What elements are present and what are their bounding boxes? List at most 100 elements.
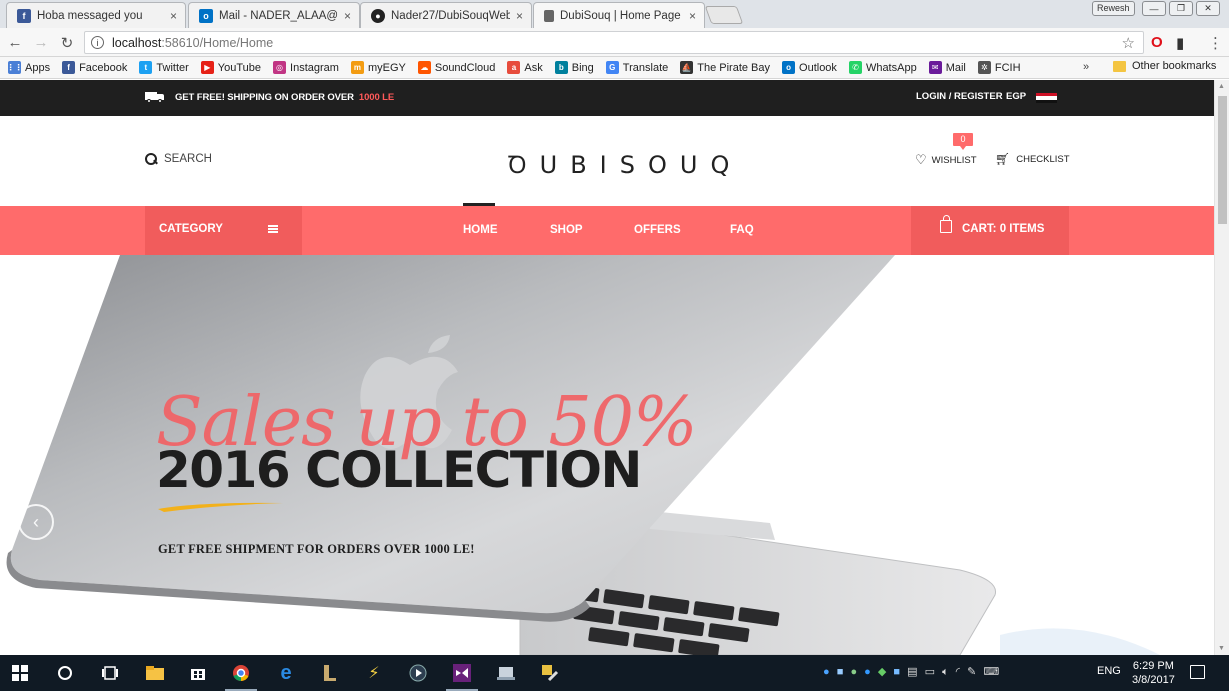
media-player-icon[interactable] — [408, 663, 428, 683]
wishlist-count-badge: 0 — [953, 133, 973, 150]
cortana-icon[interactable] — [55, 663, 75, 683]
tray-icons[interactable]: ● ■ ● ● ◆ ■ ▤ ▭ 🔈︎ ◜ ✎ ⌨ — [823, 665, 999, 679]
new-tab-button[interactable] — [704, 6, 744, 24]
bookmark-star-icon[interactable]: ☆ — [1122, 34, 1135, 52]
chrome-icon[interactable] — [225, 663, 257, 691]
bookmark-the-pirate-bay[interactable]: ⛵ The Pirate Bay — [680, 61, 770, 74]
bookmark-twitter[interactable]: t Twitter — [139, 61, 189, 74]
search-button[interactable]: SEARCH — [145, 153, 212, 165]
info-icon[interactable]: i — [91, 36, 104, 49]
tray-window-icon[interactable]: ■ — [893, 666, 900, 678]
shopping-bag-icon — [940, 215, 952, 233]
nav-shop[interactable]: SHOP — [550, 224, 583, 236]
page-scrollbar[interactable]: ▲ ▼ — [1214, 80, 1229, 655]
visual-studio-icon[interactable] — [446, 663, 478, 691]
language-indicator[interactable]: ENG — [1097, 665, 1121, 677]
tray-sync-icon[interactable]: ● — [850, 666, 857, 678]
tray-note-icon[interactable]: ▤ — [907, 666, 917, 678]
bookmark-label: Outlook — [799, 61, 837, 74]
bookmark-label: Ask — [524, 61, 543, 74]
menu-dots-icon[interactable]: ⋮ — [1208, 34, 1223, 52]
bookmark-instagram[interactable]: ◎ Instagram — [273, 61, 339, 74]
task-view-icon[interactable] — [100, 663, 120, 683]
opera-icon[interactable]: O — [1151, 34, 1163, 51]
wishlist-link[interactable]: ♡ WISHLIST — [915, 152, 977, 168]
bookmark-bing[interactable]: b Bing — [554, 61, 594, 74]
bookmark-label: Facebook — [79, 61, 128, 74]
nav-offers[interactable]: OFFERS — [634, 224, 681, 236]
tray-monitor-icon[interactable]: ■ — [837, 666, 844, 678]
bookmark-myegy[interactable]: m myEGY — [350, 61, 406, 74]
checklist-link[interactable]: 🛒︎ CHECKLIST — [995, 152, 1070, 166]
nav-faq[interactable]: FAQ — [730, 224, 754, 236]
volume-icon[interactable]: 🔈︎ — [942, 666, 949, 678]
clock-date: 3/8/2017 — [1132, 674, 1175, 686]
tab-facebook[interactable]: f Hoba messaged you × — [6, 2, 186, 28]
fcih-icon: ✲ — [977, 61, 991, 74]
other-bookmarks[interactable]: Other bookmarks — [1113, 60, 1216, 72]
bookmark-facebook[interactable]: f Facebook — [62, 61, 127, 74]
bookmark-fcih[interactable]: ✲ FCIH — [977, 61, 1021, 74]
folder-icon — [1113, 60, 1126, 72]
bookmark-soundcloud[interactable]: ☁ SoundCloud — [417, 61, 495, 74]
bookmark-outlook[interactable]: o Outlook — [782, 61, 837, 74]
reload-icon[interactable]: ↻ — [58, 34, 76, 52]
extension-icon[interactable]: ▮ — [1176, 34, 1184, 52]
bookmark-label: Instagram — [290, 61, 339, 74]
edge-icon[interactable]: e — [276, 662, 296, 684]
more-bookmarks-icon[interactable]: » — [1083, 61, 1089, 73]
pen-icon[interactable]: ✎ — [967, 666, 976, 678]
close-icon[interactable]: × — [689, 9, 696, 23]
whatsapp-icon: ✆ — [848, 61, 862, 74]
bookmark-apps[interactable]: ⋮⋮ Apps — [7, 61, 50, 74]
minimize-icon[interactable]: — — [1142, 1, 1166, 16]
close-icon[interactable]: × — [344, 9, 351, 23]
tray-bluetooth-icon[interactable]: ● — [823, 666, 830, 678]
site-logo[interactable]: ꝹUBISOUQ — [508, 148, 742, 181]
tray-network-icon[interactable]: ▭ — [925, 666, 935, 678]
bookmark-mail[interactable]: ✉ Mail — [928, 61, 966, 74]
keyboard-icon[interactable]: ⌨ — [983, 666, 999, 678]
tab-github[interactable]: ● Nader27/DubiSouqWeb × — [360, 2, 532, 28]
wifi-icon[interactable]: ◜ — [956, 666, 960, 678]
tab-title: Mail - NADER_ALAA@ho — [219, 9, 338, 22]
tools-icon[interactable] — [540, 663, 560, 683]
league-of-legends-icon[interactable] — [320, 663, 340, 683]
address-bar[interactable]: i localhost:58610/Home/Home ☆ — [84, 31, 1144, 54]
bookmark-label: FCIH — [994, 61, 1021, 74]
profile-button[interactable]: Rewesh — [1092, 1, 1135, 16]
hero-subtext: GET FREE SHIPMENT FOR ORDERS OVER 1000 L… — [158, 542, 475, 556]
login-register-link[interactable]: LOGIN / REGISTER — [916, 91, 1003, 102]
category-menu-button[interactable]: CATEGORY — [145, 206, 302, 255]
close-window-icon[interactable]: ✕ — [1196, 1, 1220, 16]
device-app-icon[interactable] — [496, 663, 516, 683]
prev-slide-button[interactable]: ‹ — [18, 504, 54, 540]
action-center-icon[interactable] — [1190, 665, 1205, 679]
scrollbar-thumb[interactable] — [1218, 96, 1227, 224]
tray-app-icon[interactable]: ● — [864, 666, 871, 678]
bookmark-whatsapp[interactable]: ✆ WhatsApp — [848, 61, 917, 74]
store-icon[interactable] — [188, 663, 208, 683]
nav-home[interactable]: HOME — [463, 224, 498, 236]
tray-shield-icon[interactable]: ◆ — [878, 666, 886, 678]
close-icon[interactable]: × — [516, 9, 523, 23]
forward-arrow-icon[interactable]: → — [32, 34, 50, 51]
file-explorer-icon[interactable] — [145, 663, 165, 683]
windows-start-icon[interactable] — [10, 663, 30, 683]
back-arrow-icon[interactable]: ← — [6, 34, 24, 51]
tab-mail[interactable]: o Mail - NADER_ALAA@ho × — [188, 2, 360, 28]
bookmark-translate[interactable]: G Translate — [605, 61, 668, 74]
scroll-down-icon[interactable]: ▼ — [1218, 645, 1225, 652]
restore-icon[interactable]: ❐ — [1169, 1, 1193, 16]
lightning-app-icon[interactable]: ⚡ — [364, 663, 384, 683]
tab-dubisouq[interactable]: DubiSouq | Home Page × — [533, 2, 705, 28]
egypt-flag-icon[interactable] — [1036, 93, 1057, 103]
taskbar-clock[interactable]: 6:29 PM 3/8/2017 — [1132, 659, 1175, 687]
cart-button[interactable]: CART: 0 ITEMS — [911, 206, 1069, 255]
translate-icon: G — [605, 61, 619, 74]
close-icon[interactable]: × — [170, 9, 177, 23]
scroll-up-icon[interactable]: ▲ — [1218, 83, 1225, 90]
bookmark-ask[interactable]: a Ask — [507, 61, 543, 74]
currency-selector[interactable]: EGP — [1006, 91, 1026, 102]
bookmark-youtube[interactable]: ▶ YouTube — [200, 61, 261, 74]
